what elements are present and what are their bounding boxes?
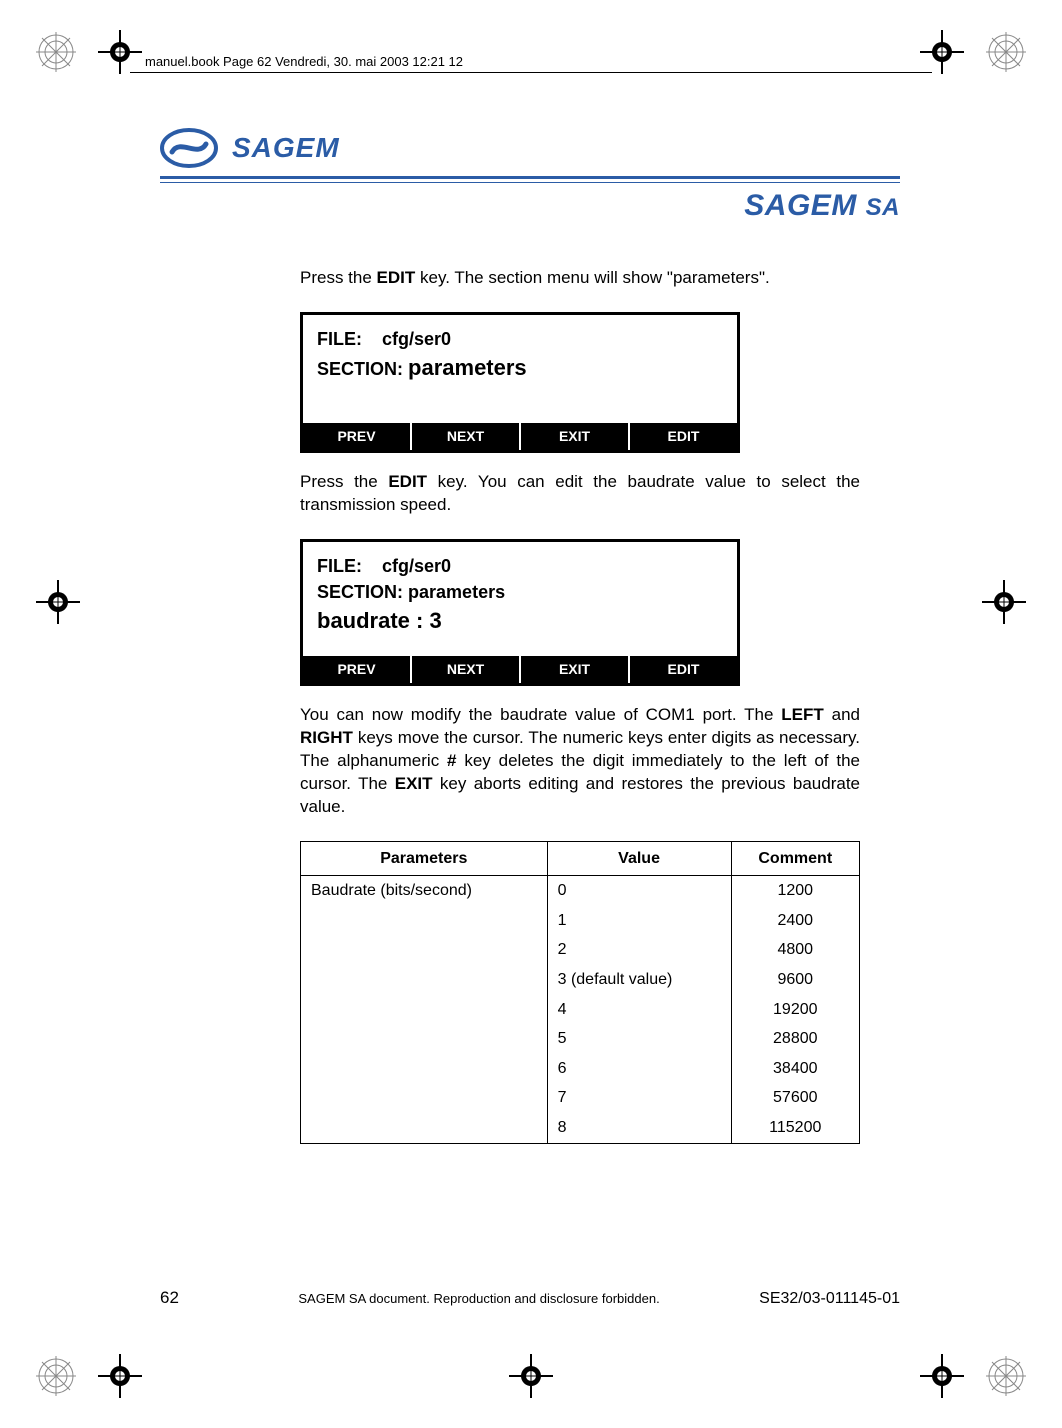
- value-cell: 0: [547, 876, 731, 906]
- lcd-label: SECTION:: [317, 582, 403, 602]
- table-row: Baudrate (bits/second)01200: [301, 876, 860, 906]
- brand-suffix: SA: [866, 194, 900, 221]
- print-crosshair-icon: [982, 580, 1026, 624]
- parameter-name-cell: Baudrate (bits/second): [301, 876, 548, 1143]
- key-name: #: [447, 751, 456, 770]
- key-name: EDIT: [377, 268, 416, 287]
- text: Press the: [300, 268, 377, 287]
- lcd-label: FILE:: [317, 329, 362, 349]
- print-crosshair-icon: [920, 30, 964, 74]
- column-header-parameters: Parameters: [301, 841, 548, 876]
- lcd-value: cfg/ser0: [382, 556, 451, 576]
- lcd-exit-button[interactable]: EXIT: [521, 656, 630, 683]
- lcd-prev-button[interactable]: PREV: [303, 423, 412, 450]
- text: and: [824, 705, 860, 724]
- value-cell: 1: [547, 906, 731, 936]
- comment-cell: 2400: [731, 906, 859, 936]
- key-name: LEFT: [781, 705, 824, 724]
- print-registration-mark-icon: [36, 1356, 76, 1396]
- print-crosshair-icon: [36, 580, 80, 624]
- comment-cell: 38400: [731, 1054, 859, 1084]
- value-cell: 6: [547, 1054, 731, 1084]
- brand-name: SAGEM: [744, 189, 857, 222]
- text: You can now modify the baudrate value of…: [300, 705, 781, 724]
- value-cell: 5: [547, 1024, 731, 1054]
- text: Press the: [300, 472, 388, 491]
- lcd-prev-button[interactable]: PREV: [303, 656, 412, 683]
- parameters-table: Parameters Value Comment Baudrate (bits/…: [300, 841, 860, 1144]
- header-rule-thick: [160, 176, 900, 179]
- column-header-comment: Comment: [731, 841, 859, 876]
- lcd-screen-2: FILE: cfg/ser0 SECTION: parameters baudr…: [300, 539, 740, 686]
- lcd-baudrate-line: baudrate : 3: [317, 606, 723, 636]
- footer-copyright: SAGEM SA document. Reproduction and disc…: [239, 1291, 719, 1306]
- key-name: RIGHT: [300, 728, 353, 747]
- comment-cell: 28800: [731, 1024, 859, 1054]
- header-rule-thin: [160, 182, 900, 183]
- sagem-logo-icon: [160, 128, 218, 168]
- page-footer: 62 SAGEM SA document. Reproduction and d…: [160, 1288, 900, 1308]
- header-filename-note: manuel.book Page 62 Vendredi, 30. mai 20…: [145, 54, 463, 69]
- lcd-value: parameters: [408, 355, 527, 380]
- print-registration-mark-icon: [986, 1356, 1026, 1396]
- key-name: EXIT: [395, 774, 433, 793]
- sagem-logo-text: SAGEM: [232, 132, 340, 164]
- lcd-line: FILE: cfg/ser0: [317, 554, 723, 578]
- lcd-button-bar: PREV NEXT EXIT EDIT: [303, 656, 737, 683]
- comment-cell: 9600: [731, 965, 859, 995]
- value-cell: 4: [547, 995, 731, 1025]
- lcd-value: parameters: [408, 582, 505, 602]
- table-header-row: Parameters Value Comment: [301, 841, 860, 876]
- lcd-value: cfg/ser0: [382, 329, 451, 349]
- print-crosshair-icon: [98, 30, 142, 74]
- key-name: EDIT: [388, 472, 427, 491]
- lcd-edit-button[interactable]: EDIT: [630, 656, 737, 683]
- comment-cell: 115200: [731, 1113, 859, 1143]
- comment-cell: 1200: [731, 876, 859, 906]
- lcd-next-button[interactable]: NEXT: [412, 423, 521, 450]
- lcd-edit-button[interactable]: EDIT: [630, 423, 737, 450]
- comment-cell: 57600: [731, 1083, 859, 1113]
- print-crosshair-icon: [509, 1354, 553, 1398]
- brand-heading: SAGEM SA: [160, 189, 900, 223]
- lcd-line: SECTION: parameters: [317, 353, 723, 383]
- value-cell: 3 (default value): [547, 965, 731, 995]
- column-header-value: Value: [547, 841, 731, 876]
- comment-cell: 19200: [731, 995, 859, 1025]
- top-rule: [130, 72, 932, 73]
- print-registration-mark-icon: [986, 32, 1026, 72]
- document-reference: SE32/03-011145-01: [759, 1290, 900, 1308]
- lcd-button-bar: PREV NEXT EXIT EDIT: [303, 423, 737, 450]
- paragraph-2: Press the EDIT key. You can edit the bau…: [300, 471, 860, 517]
- page-number: 62: [160, 1288, 179, 1308]
- logo-row: SAGEM: [160, 128, 900, 168]
- lcd-screen-1: FILE: cfg/ser0 SECTION: parameters PREV …: [300, 312, 740, 453]
- print-crosshair-icon: [98, 1354, 142, 1398]
- comment-cell: 4800: [731, 935, 859, 965]
- lcd-label: SECTION:: [317, 359, 403, 379]
- print-crosshair-icon: [920, 1354, 964, 1398]
- value-cell: 8: [547, 1113, 731, 1143]
- value-cell: 7: [547, 1083, 731, 1113]
- page-content: SAGEM SAGEM SA Press the EDIT key. The s…: [160, 128, 900, 1144]
- value-cell: 2: [547, 935, 731, 965]
- text: key. The section menu will show "paramet…: [415, 268, 769, 287]
- lcd-next-button[interactable]: NEXT: [412, 656, 521, 683]
- lcd-label: FILE:: [317, 556, 362, 576]
- paragraph-1: Press the EDIT key. The section menu wil…: [300, 267, 860, 290]
- lcd-line: FILE: cfg/ser0: [317, 327, 723, 351]
- print-registration-mark-icon: [36, 32, 76, 72]
- lcd-line: SECTION: parameters: [317, 580, 723, 604]
- paragraph-3: You can now modify the baudrate value of…: [300, 704, 860, 819]
- lcd-exit-button[interactable]: EXIT: [521, 423, 630, 450]
